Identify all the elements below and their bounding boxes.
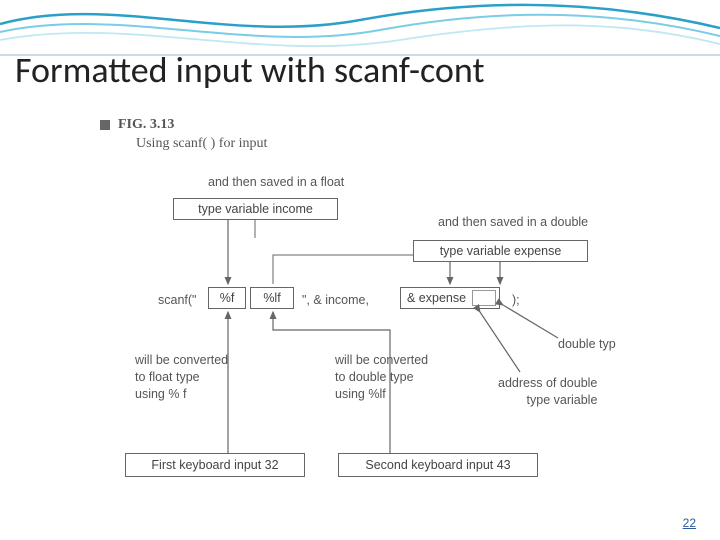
label-conv-float: will be converted to float type using % … <box>135 352 228 403</box>
figure-bullet-icon <box>100 120 110 130</box>
label-double-typ: double typ <box>558 337 616 351</box>
label-addr-double: address of double type variable <box>498 375 597 409</box>
slide: Formatted input with scanf-cont FIG. 3.1… <box>0 0 720 540</box>
page-number: 22 <box>683 516 696 530</box>
label-saved-float: and then saved in a float <box>208 175 344 189</box>
figure-caption-id: FIG. 3.13 <box>118 117 174 133</box>
box-first-keyboard-input: First keyboard input 32 <box>125 453 305 477</box>
diagram-stage: and then saved in a float type variable … <box>80 160 680 520</box>
figure-caption-text: Using scanf( ) for input <box>136 136 267 152</box>
box-type-variable-expense: type variable expense <box>413 240 588 262</box>
box-fmt-lf: %lf <box>250 287 294 309</box>
slide-title: Formatted input with scanf-cont <box>15 48 485 92</box>
scanf-mid: ", & income, <box>302 293 369 307</box>
label-conv-double: will be converted to double type using %… <box>335 352 428 403</box>
label-saved-double: and then saved in a double <box>438 215 588 229</box>
scanf-open: scanf(" <box>158 293 196 307</box>
box-fmt-f: %f <box>208 287 246 309</box>
scanf-close: ); <box>512 293 520 307</box>
inner-expense-mark <box>472 290 496 306</box>
box-type-variable-income: type variable income <box>173 198 338 220</box>
box-second-keyboard-input: Second keyboard input 43 <box>338 453 538 477</box>
